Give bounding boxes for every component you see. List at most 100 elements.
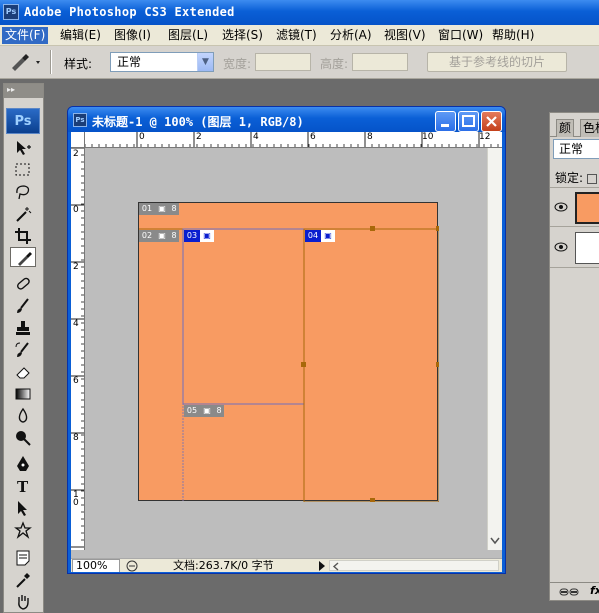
crop-icon [15,228,31,244]
vertical-ruler[interactable]: 2 0 2 4 6 8 1 0 [71,148,85,550]
status-menu-arrow-icon[interactable] [316,559,328,572]
layer-row-background[interactable] [550,228,599,268]
height-input[interactable] [352,53,408,71]
slice-select-tool[interactable] [10,247,36,267]
eyedropper-icon [16,573,30,588]
document-icon: Ps [73,113,87,127]
ruler-h-label: 4 [253,132,259,142]
maximize-button[interactable] [458,111,479,132]
slice-04-tag[interactable]: 04 ▣ [305,230,335,242]
slice-01-tag[interactable]: 01 ▣ 8 [139,203,179,215]
width-input[interactable] [255,53,311,71]
tab-color[interactable]: 颜 [556,119,575,137]
marquee-tool[interactable] [10,160,36,180]
chevron-down-icon [36,61,40,64]
document-size-info: 文档:263.7K/0 字节 [173,559,274,572]
status-options-icon[interactable] [125,559,139,572]
eye-icon[interactable] [554,200,568,214]
menu-file[interactable]: 文件(F) [2,27,49,44]
type-tool[interactable]: T [10,476,36,496]
image-slice-icon: ▣ [200,405,214,417]
horizontal-ruler[interactable]: 0 2 4 6 8 10 12 [85,132,502,148]
slices-from-guides-button[interactable]: 基于参考线的切片 [427,52,567,72]
hand-icon [18,595,29,610]
type-icon: T [17,478,29,495]
hand-tool[interactable] [10,592,36,612]
eraser-tool[interactable] [10,362,36,382]
document-title-bar[interactable]: Ps 未标题-1 @ 100% (图层 1, RGB/8) [68,107,505,132]
horizontal-scrollbar[interactable] [329,560,499,571]
dodge-tool[interactable] [10,428,36,448]
slice-link-label: 8 [169,203,179,215]
layer-style-fx-button[interactable]: fx [590,584,599,597]
dodge-icon [16,431,31,446]
minimize-button[interactable] [435,111,456,132]
app-logo-icon: Ps [3,4,19,20]
toolbox: ▸▸ Ps T [3,83,44,613]
style-select[interactable]: 正常 ▼ [110,52,214,72]
minimize-icon [441,124,449,127]
blend-mode-select[interactable]: 正常 [553,139,599,159]
ruler-v-label: 1 0 [73,490,79,508]
blur-tool[interactable] [10,406,36,426]
eyedropper-tool[interactable] [10,570,36,590]
menu-view[interactable]: 视图(V) [381,27,429,44]
svg-text:T: T [17,478,29,495]
custom-shape-tool[interactable] [10,520,36,540]
eye-icon[interactable] [554,240,568,254]
history-brush-tool[interactable] [10,340,36,360]
close-button[interactable] [481,111,502,132]
slice-03-tag[interactable]: 03 ▣ [184,230,214,242]
toolbox-grip[interactable]: ▸▸ [4,84,43,98]
ruler-v-label: 0 [73,205,79,215]
gradient-icon [15,388,31,400]
crop-tool[interactable] [10,226,36,246]
document-canvas[interactable]: 01 ▣ 8 02 ▣ 8 03 ▣ 04 ▣ 05 ▣ 8 [138,202,439,502]
knife-icon [12,54,40,71]
menu-analysis[interactable]: 分析(A) [327,27,375,44]
link-layers-icon[interactable] [558,584,580,600]
style-select-value: 正常 [117,55,142,69]
lock-text: 锁定: [555,171,584,185]
menu-layer[interactable]: 图层(L) [165,27,211,44]
slice-handle [370,498,375,502]
magic-wand-tool[interactable] [10,204,36,224]
brush-icon [17,298,29,313]
path-selection-tool[interactable] [10,498,36,518]
maximize-icon [462,115,475,127]
menu-help[interactable]: 帮助(H) [489,27,537,44]
layer-thumbnail [575,232,599,264]
brush-tool[interactable] [10,296,36,316]
notes-tool[interactable] [10,548,36,568]
clone-stamp-tool[interactable] [10,318,36,338]
lock-transparency-checkbox[interactable] [586,173,597,184]
shape-icon [14,521,32,539]
slice-number: 04 [305,230,321,242]
move-tool[interactable] [10,138,36,158]
zoom-level-input[interactable]: 100% [72,559,120,572]
canvas-area[interactable]: 01 ▣ 8 02 ▣ 8 03 ▣ 04 ▣ 05 ▣ 8 [86,149,487,550]
tab-swatches[interactable]: 色板 [580,119,599,137]
healing-brush-tool[interactable] [10,274,36,294]
style-label: 样式: [64,57,93,71]
menu-window[interactable]: 窗口(W) [435,27,486,44]
slice-02-tag[interactable]: 02 ▣ 8 [139,230,179,242]
slice-05-tag[interactable]: 05 ▣ 8 [184,405,224,417]
ruler-h-label: 10 [422,132,434,142]
gradient-tool[interactable] [10,384,36,404]
lasso-tool[interactable] [10,182,36,202]
menu-select[interactable]: 选择(S) [219,27,266,44]
layer-row-1[interactable] [550,187,599,227]
slice-select-tool-preset-picker[interactable] [8,52,44,72]
ps-logo-icon[interactable]: Ps [6,108,40,134]
slice-number: 02 [139,230,155,242]
width-label: 宽度: [223,57,252,71]
pen-tool[interactable] [10,454,36,474]
menu-image[interactable]: 图像(I) [111,27,154,44]
vertical-scrollbar[interactable] [487,148,502,550]
image-slice-icon: ▣ [155,203,169,215]
menu-filter[interactable]: 滤镜(T) [273,27,320,44]
ruler-origin[interactable] [71,132,85,148]
menu-edit[interactable]: 编辑(E) [57,27,104,44]
panel-footer: fx [550,582,599,600]
